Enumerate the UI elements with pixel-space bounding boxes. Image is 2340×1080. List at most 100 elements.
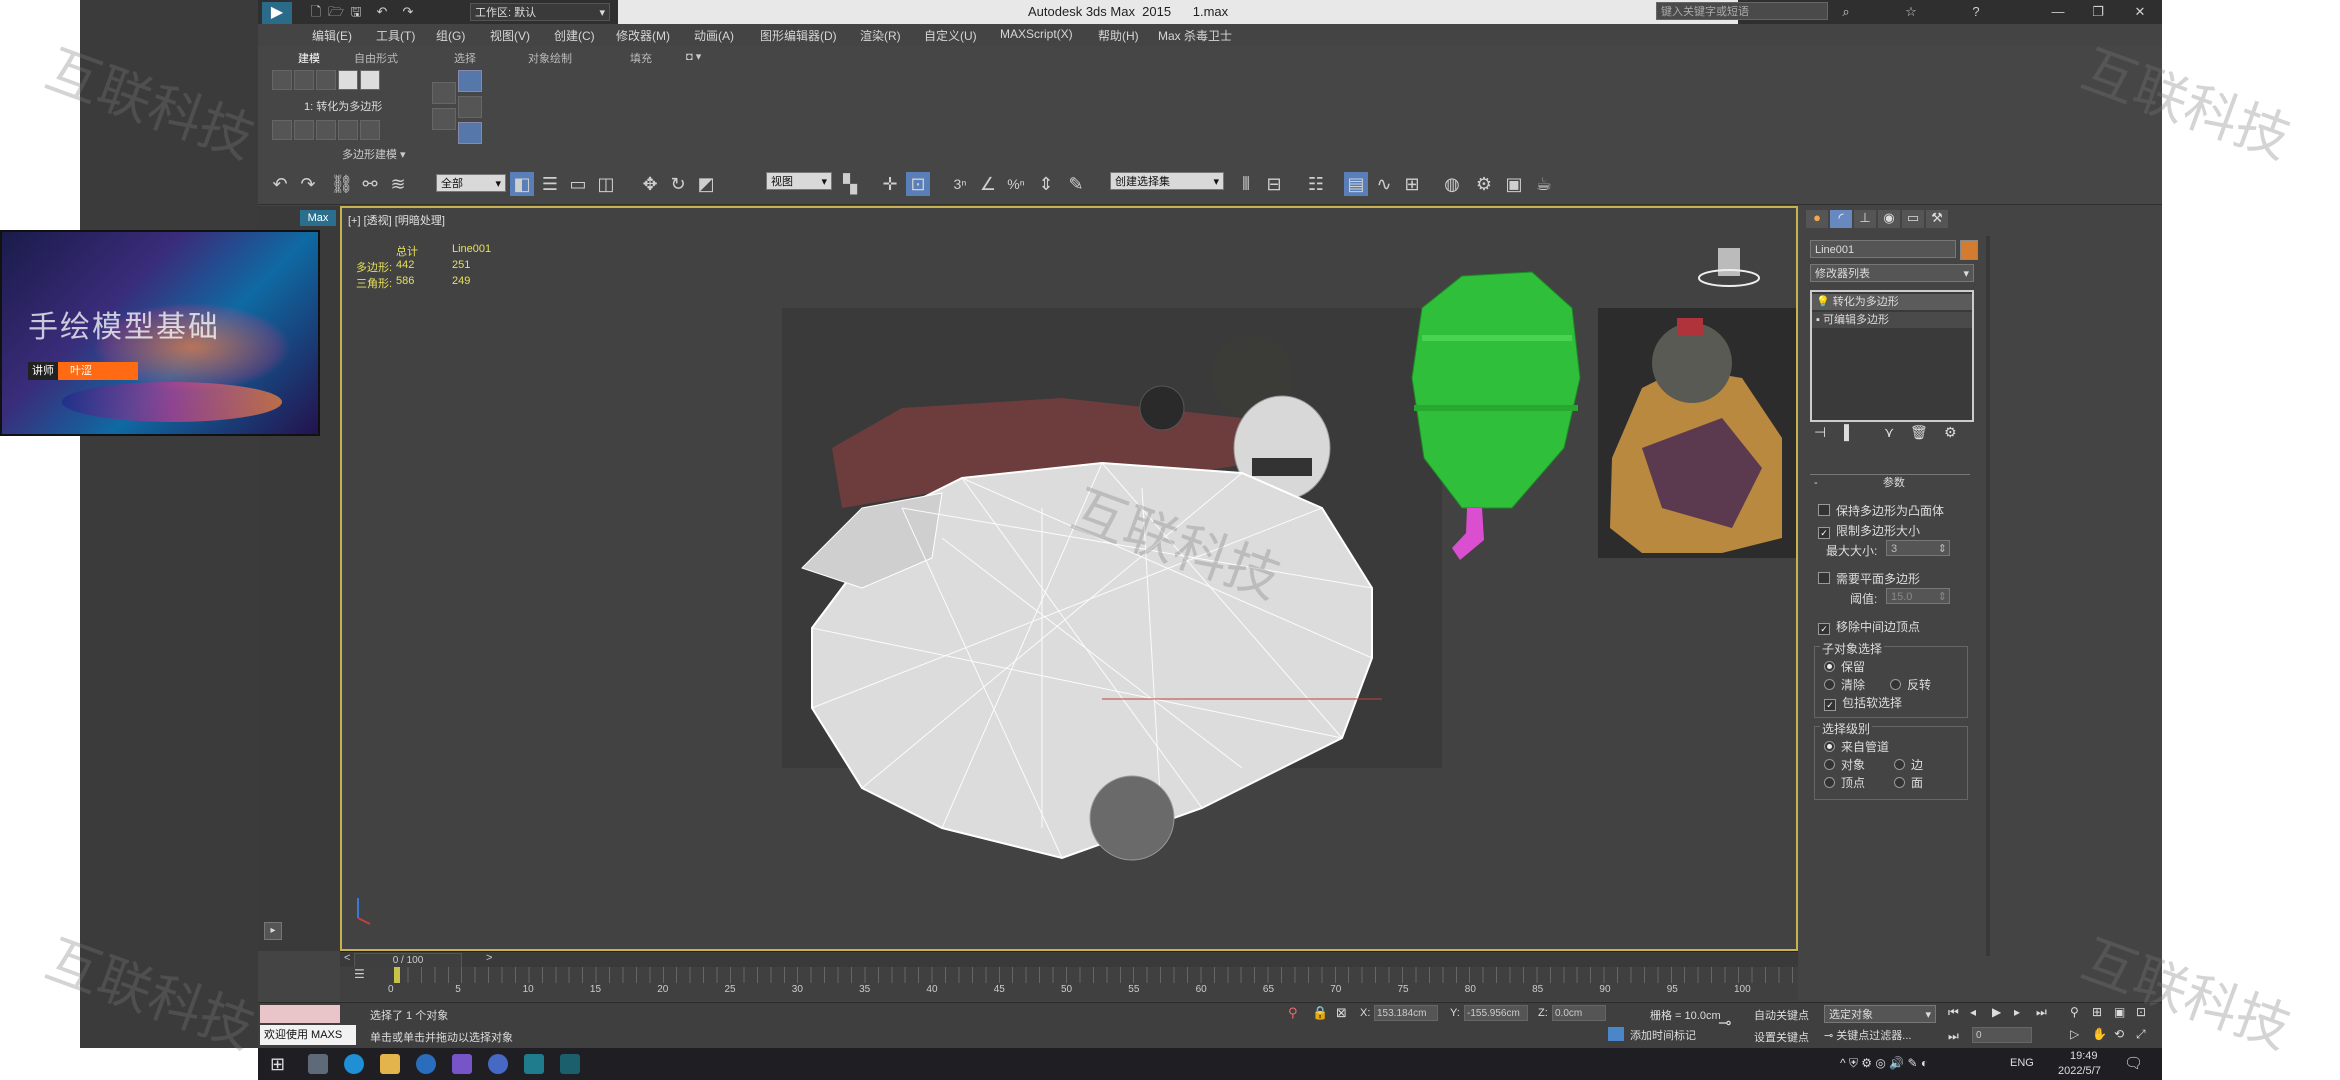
menu-edit[interactable]: 编辑(E) xyxy=(312,27,352,44)
maximize-viewport-icon[interactable]: ⤢ xyxy=(2136,1027,2146,1042)
curve-editor-icon[interactable]: ∿ xyxy=(1372,172,1396,196)
maximize-icon[interactable]: ❐ xyxy=(2088,3,2108,21)
field-of-view-icon[interactable]: ▷ xyxy=(2070,1027,2079,1041)
modifier-stack-item[interactable]: ▪ 可编辑多边形 xyxy=(1812,312,1972,328)
named-selection-dropdown[interactable]: 创建选择集 ▾ xyxy=(1110,172,1224,190)
sel-vertex-radio[interactable]: 顶点 xyxy=(1824,774,1865,791)
mirror-icon[interactable]: ⫴ xyxy=(1234,172,1258,196)
bluetooth-app-icon[interactable] xyxy=(416,1054,436,1074)
ribbon-toggle-icon[interactable]: ▤ xyxy=(1344,172,1368,196)
ribbon-tab-selection[interactable]: 选择 xyxy=(454,50,476,66)
go-to-start-icon[interactable]: ⏮ xyxy=(1948,1005,1959,1020)
ribbon-side-icon[interactable] xyxy=(432,108,456,130)
subobj-invert-radio[interactable]: 反转 xyxy=(1890,676,1931,693)
sel-face-radio[interactable]: 面 xyxy=(1894,774,1923,791)
sel-from-pipeline-radio[interactable]: 来自管道 xyxy=(1824,738,1889,755)
selection-filter-dropdown[interactable]: 全部 ▾ xyxy=(436,174,506,192)
zoom-all-icon[interactable]: ⊞ xyxy=(2092,1005,2102,1019)
require-planar-checkbox[interactable]: 需要平面多边形 xyxy=(1818,570,1920,587)
z-coordinate-field[interactable]: 0.0cm xyxy=(1552,1005,1606,1021)
time-slider-thumb[interactable]: 0 / 100 xyxy=(354,953,462,968)
clock-date[interactable]: 2022/5/7 xyxy=(2058,1065,2101,1077)
viewcube-icon[interactable] xyxy=(1718,248,1740,276)
pivot-center-icon[interactable]: ▚ xyxy=(838,172,862,196)
configure-sets-icon[interactable]: ⚙ xyxy=(1944,424,1957,441)
sel-object-radio[interactable]: 对象 xyxy=(1824,756,1865,773)
tray-icons[interactable]: ^ ⛨ ⚙ ◎ 🔊 ✎ ◐ xyxy=(1840,1056,1928,1071)
open-file-icon[interactable]: 🗁 xyxy=(328,3,344,21)
max-size-spinner[interactable]: 3 ⇕ xyxy=(1886,540,1950,556)
orbit-icon[interactable]: ⟲ xyxy=(2114,1027,2124,1041)
modifier-stack-item[interactable]: 💡 转化为多边形 xyxy=(1812,294,1972,310)
set-key-button[interactable]: 设置关键点 xyxy=(1754,1029,1809,1045)
auto-key-button[interactable]: 自动关键点 xyxy=(1754,1007,1809,1023)
object-name-field[interactable]: Line001 xyxy=(1810,240,1956,258)
modify-tab-icon[interactable]: ◜ xyxy=(1830,210,1852,228)
parameters-rollout-header[interactable]: - 参数 xyxy=(1810,474,1970,491)
time-slider[interactable]: < 0 / 100 > xyxy=(340,951,1798,968)
hierarchy-tab-icon[interactable]: ⊥ xyxy=(1854,210,1876,228)
close-icon[interactable]: ✕ xyxy=(2130,3,2150,21)
minimize-icon[interactable]: — xyxy=(2048,3,2068,21)
maxscript-listener[interactable]: 欢迎使用 MAXS xyxy=(260,1025,356,1045)
ribbon-tool-icon[interactable] xyxy=(360,120,380,140)
search-input[interactable]: 键入关键字或短语 xyxy=(1656,2,1828,20)
undo-icon[interactable]: ↶ xyxy=(374,3,390,21)
time-slider-prev-icon[interactable]: < xyxy=(344,952,350,964)
limit-size-checkbox[interactable]: ✓ 限制多边形大小 xyxy=(1818,522,1920,539)
command-panel-scrollbar[interactable] xyxy=(1986,236,1990,956)
ribbon-tool-icon[interactable] xyxy=(272,120,292,140)
spinner-snap-icon[interactable]: ⇕ xyxy=(1034,172,1058,196)
menu-group[interactable]: 组(G) xyxy=(436,27,465,44)
render-setup-icon[interactable]: ⚙ xyxy=(1472,172,1496,196)
prev-frame-icon[interactable]: ◂ xyxy=(1970,1005,1976,1019)
reference-coord-dropdown[interactable]: 视图 ▾ xyxy=(766,172,832,190)
window-crossing-icon[interactable]: ◫ xyxy=(594,172,618,196)
keyboard-shortcut-icon[interactable]: ⊡ xyxy=(906,172,930,196)
ribbon-group-label[interactable]: 多边形建模 ▾ xyxy=(342,146,406,162)
ribbon-tab-modeling[interactable]: 建模 xyxy=(298,50,320,66)
threshold-spinner[interactable]: 15.0 ⇕ xyxy=(1886,588,1950,604)
ribbon-side-icon[interactable] xyxy=(458,70,482,92)
save-file-icon[interactable]: 🖫 xyxy=(348,3,364,21)
remove-modifier-icon[interactable]: 🗑 xyxy=(1910,424,1928,441)
windows-start-icon[interactable]: ⊞ xyxy=(270,1054,285,1075)
ribbon-tool-icon[interactable] xyxy=(338,120,358,140)
help-icon[interactable]: ? xyxy=(1968,3,1984,21)
ribbon-tool-icon[interactable] xyxy=(360,70,380,90)
pan-icon[interactable]: ✋ xyxy=(2092,1027,2107,1041)
sel-edge-radio[interactable]: 边 xyxy=(1894,756,1923,773)
align-icon[interactable]: ⊟ xyxy=(1262,172,1286,196)
ribbon-side-icon[interactable] xyxy=(432,82,456,104)
menu-antivirus[interactable]: Max 杀毒卫士 xyxy=(1158,27,1232,44)
expand-icon[interactable]: ▪ xyxy=(1816,314,1820,326)
bind-space-warp-icon[interactable]: ≋ xyxy=(386,172,410,196)
track-bar-filter-icon[interactable]: ☰ xyxy=(354,967,365,981)
time-slider-next-icon[interactable]: > xyxy=(486,952,492,964)
ribbon-tool-icon[interactable] xyxy=(294,120,314,140)
workspace-dropdown[interactable]: 工作区: 默认 ▾ xyxy=(470,3,610,21)
menu-maxscript[interactable]: MAXScript(X) xyxy=(1000,27,1073,41)
viewport-config-icon[interactable]: ▸ xyxy=(264,922,282,940)
make-unique-icon[interactable]: ⋎ xyxy=(1884,424,1894,441)
ribbon-tab-object-paint[interactable]: 对象绘制 xyxy=(528,50,572,66)
max-tab[interactable]: Max xyxy=(300,210,336,226)
link-icon[interactable]: ⛓ xyxy=(330,172,354,196)
photos-app-icon[interactable] xyxy=(452,1054,472,1074)
ribbon-tab-freeform[interactable]: 自由形式 xyxy=(354,50,398,66)
schematic-view-icon[interactable]: ⊞ xyxy=(1400,172,1424,196)
input-language[interactable]: ENG xyxy=(2010,1057,2034,1069)
subobj-soft-checkbox[interactable]: ✓ 包括软选择 xyxy=(1824,694,1902,711)
material-editor-icon[interactable]: ◍ xyxy=(1440,172,1464,196)
layer-manager-icon[interactable]: ☷ xyxy=(1304,172,1328,196)
remove-mid-verts-checkbox[interactable]: ✓ 移除中间边顶点 xyxy=(1818,618,1920,635)
next-frame-icon[interactable]: ▸ xyxy=(2014,1005,2020,1019)
star-icon[interactable]: ☆ xyxy=(1903,3,1919,21)
current-frame-field[interactable]: 0 xyxy=(1972,1027,2032,1043)
percent-snap-icon[interactable]: %ⁿ xyxy=(1004,172,1028,196)
convert-to-poly-command[interactable]: 1: 转化为多边形 xyxy=(304,98,382,114)
move-icon[interactable]: ✥ xyxy=(638,172,662,196)
ribbon-tool-icon[interactable] xyxy=(316,70,336,90)
unlink-icon[interactable]: ⚯ xyxy=(358,172,382,196)
selected-objects-dropdown[interactable]: 选定对象 ▾ xyxy=(1824,1005,1936,1023)
